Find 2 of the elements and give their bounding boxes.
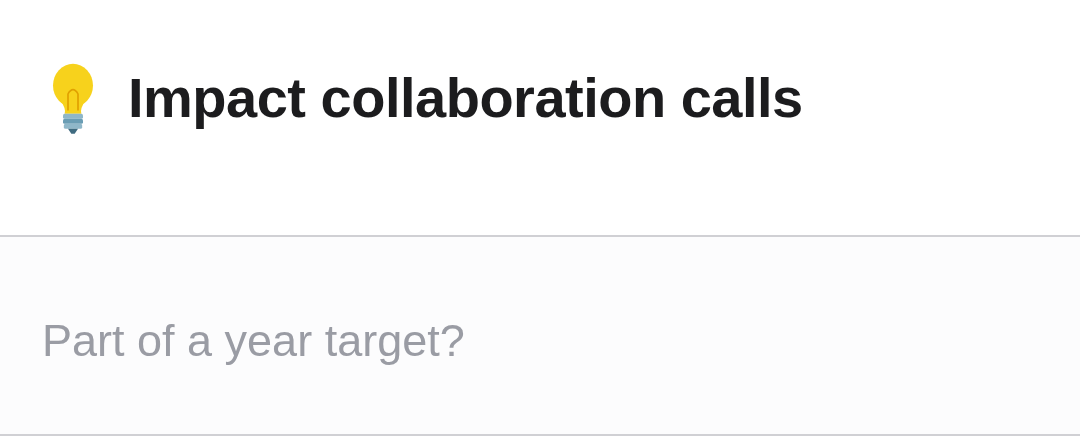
- page-title: Impact collaboration calls: [128, 65, 803, 130]
- input-field[interactable]: Part of a year target?: [42, 314, 942, 367]
